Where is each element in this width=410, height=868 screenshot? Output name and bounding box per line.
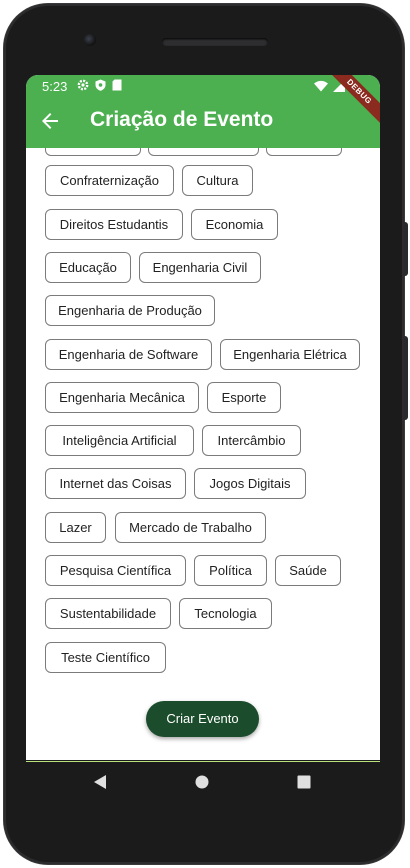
chip-engenharia-software[interactable]: Engenharia de Software: [45, 339, 212, 370]
front-camera: [84, 34, 96, 46]
chip-jogos-digitais[interactable]: Jogos Digitais: [194, 468, 306, 499]
chip-internet-das-coisas[interactable]: Internet das Coisas: [45, 468, 186, 499]
sd-card-icon: [112, 79, 122, 91]
nav-recents-button[interactable]: [294, 772, 314, 792]
chip-sustentabilidade[interactable]: Sustentabilidade: [45, 598, 171, 629]
system-nav-bar: [26, 762, 380, 802]
chip-partial[interactable]: [266, 148, 342, 156]
status-time: 5:23: [42, 79, 68, 94]
create-event-button[interactable]: Criar Evento: [146, 701, 259, 737]
volume-button: [404, 222, 408, 276]
chip-engenharia-civil[interactable]: Engenharia Civil: [139, 252, 261, 283]
nav-back-button[interactable]: [90, 772, 110, 792]
chip-educacao[interactable]: Educação: [45, 252, 131, 283]
chip-engenharia-eletrica[interactable]: Engenharia Elétrica: [220, 339, 360, 370]
app-bar: 5:23 Criação de Evento DEBUG: [26, 75, 380, 148]
chip-saude[interactable]: Saúde: [275, 555, 341, 586]
chip-engenharia-producao[interactable]: Engenharia de Produção: [45, 295, 215, 326]
chip-confraternizacao[interactable]: Confraternização: [45, 165, 174, 196]
chip-inteligencia-artificial[interactable]: Inteligência Artificial: [45, 425, 194, 456]
power-button: [404, 336, 408, 420]
chip-teste-cientifico[interactable]: Teste Científico: [45, 642, 166, 673]
chip-partial[interactable]: [148, 148, 259, 156]
nav-back-icon: [94, 775, 106, 789]
app-screen: 5:23 Criação de Evento DEBUG Confraterni…: [26, 75, 380, 760]
chip-list: Confraternização Cultura Direitos Estuda…: [26, 148, 380, 760]
nav-home-icon: [195, 775, 209, 789]
earpiece-speaker: [162, 38, 268, 46]
chip-politica[interactable]: Política: [194, 555, 267, 586]
chip-cultura[interactable]: Cultura: [182, 165, 253, 196]
chip-tecnologia[interactable]: Tecnologia: [179, 598, 272, 629]
wifi-icon: [314, 80, 328, 92]
nav-home-button[interactable]: [192, 772, 212, 792]
chip-intercambio[interactable]: Intercâmbio: [202, 425, 301, 456]
back-arrow-icon[interactable]: [38, 109, 62, 133]
chip-direitos-estudantis[interactable]: Direitos Estudantis: [45, 209, 183, 240]
chip-partial[interactable]: [45, 148, 141, 156]
chip-pesquisa-cientifica[interactable]: Pesquisa Científica: [45, 555, 186, 586]
chip-engenharia-mecanica[interactable]: Engenharia Mecânica: [45, 382, 199, 413]
page-title: Criação de Evento: [90, 108, 274, 131]
chip-economia[interactable]: Economia: [191, 209, 278, 240]
settings-icon: [77, 79, 89, 91]
shield-icon: [95, 79, 106, 91]
status-bar: 5:23: [26, 75, 380, 99]
nav-recents-icon: [297, 775, 311, 789]
chip-esporte[interactable]: Esporte: [207, 382, 281, 413]
chip-mercado-de-trabalho[interactable]: Mercado de Trabalho: [115, 512, 266, 543]
chip-lazer[interactable]: Lazer: [45, 512, 106, 543]
